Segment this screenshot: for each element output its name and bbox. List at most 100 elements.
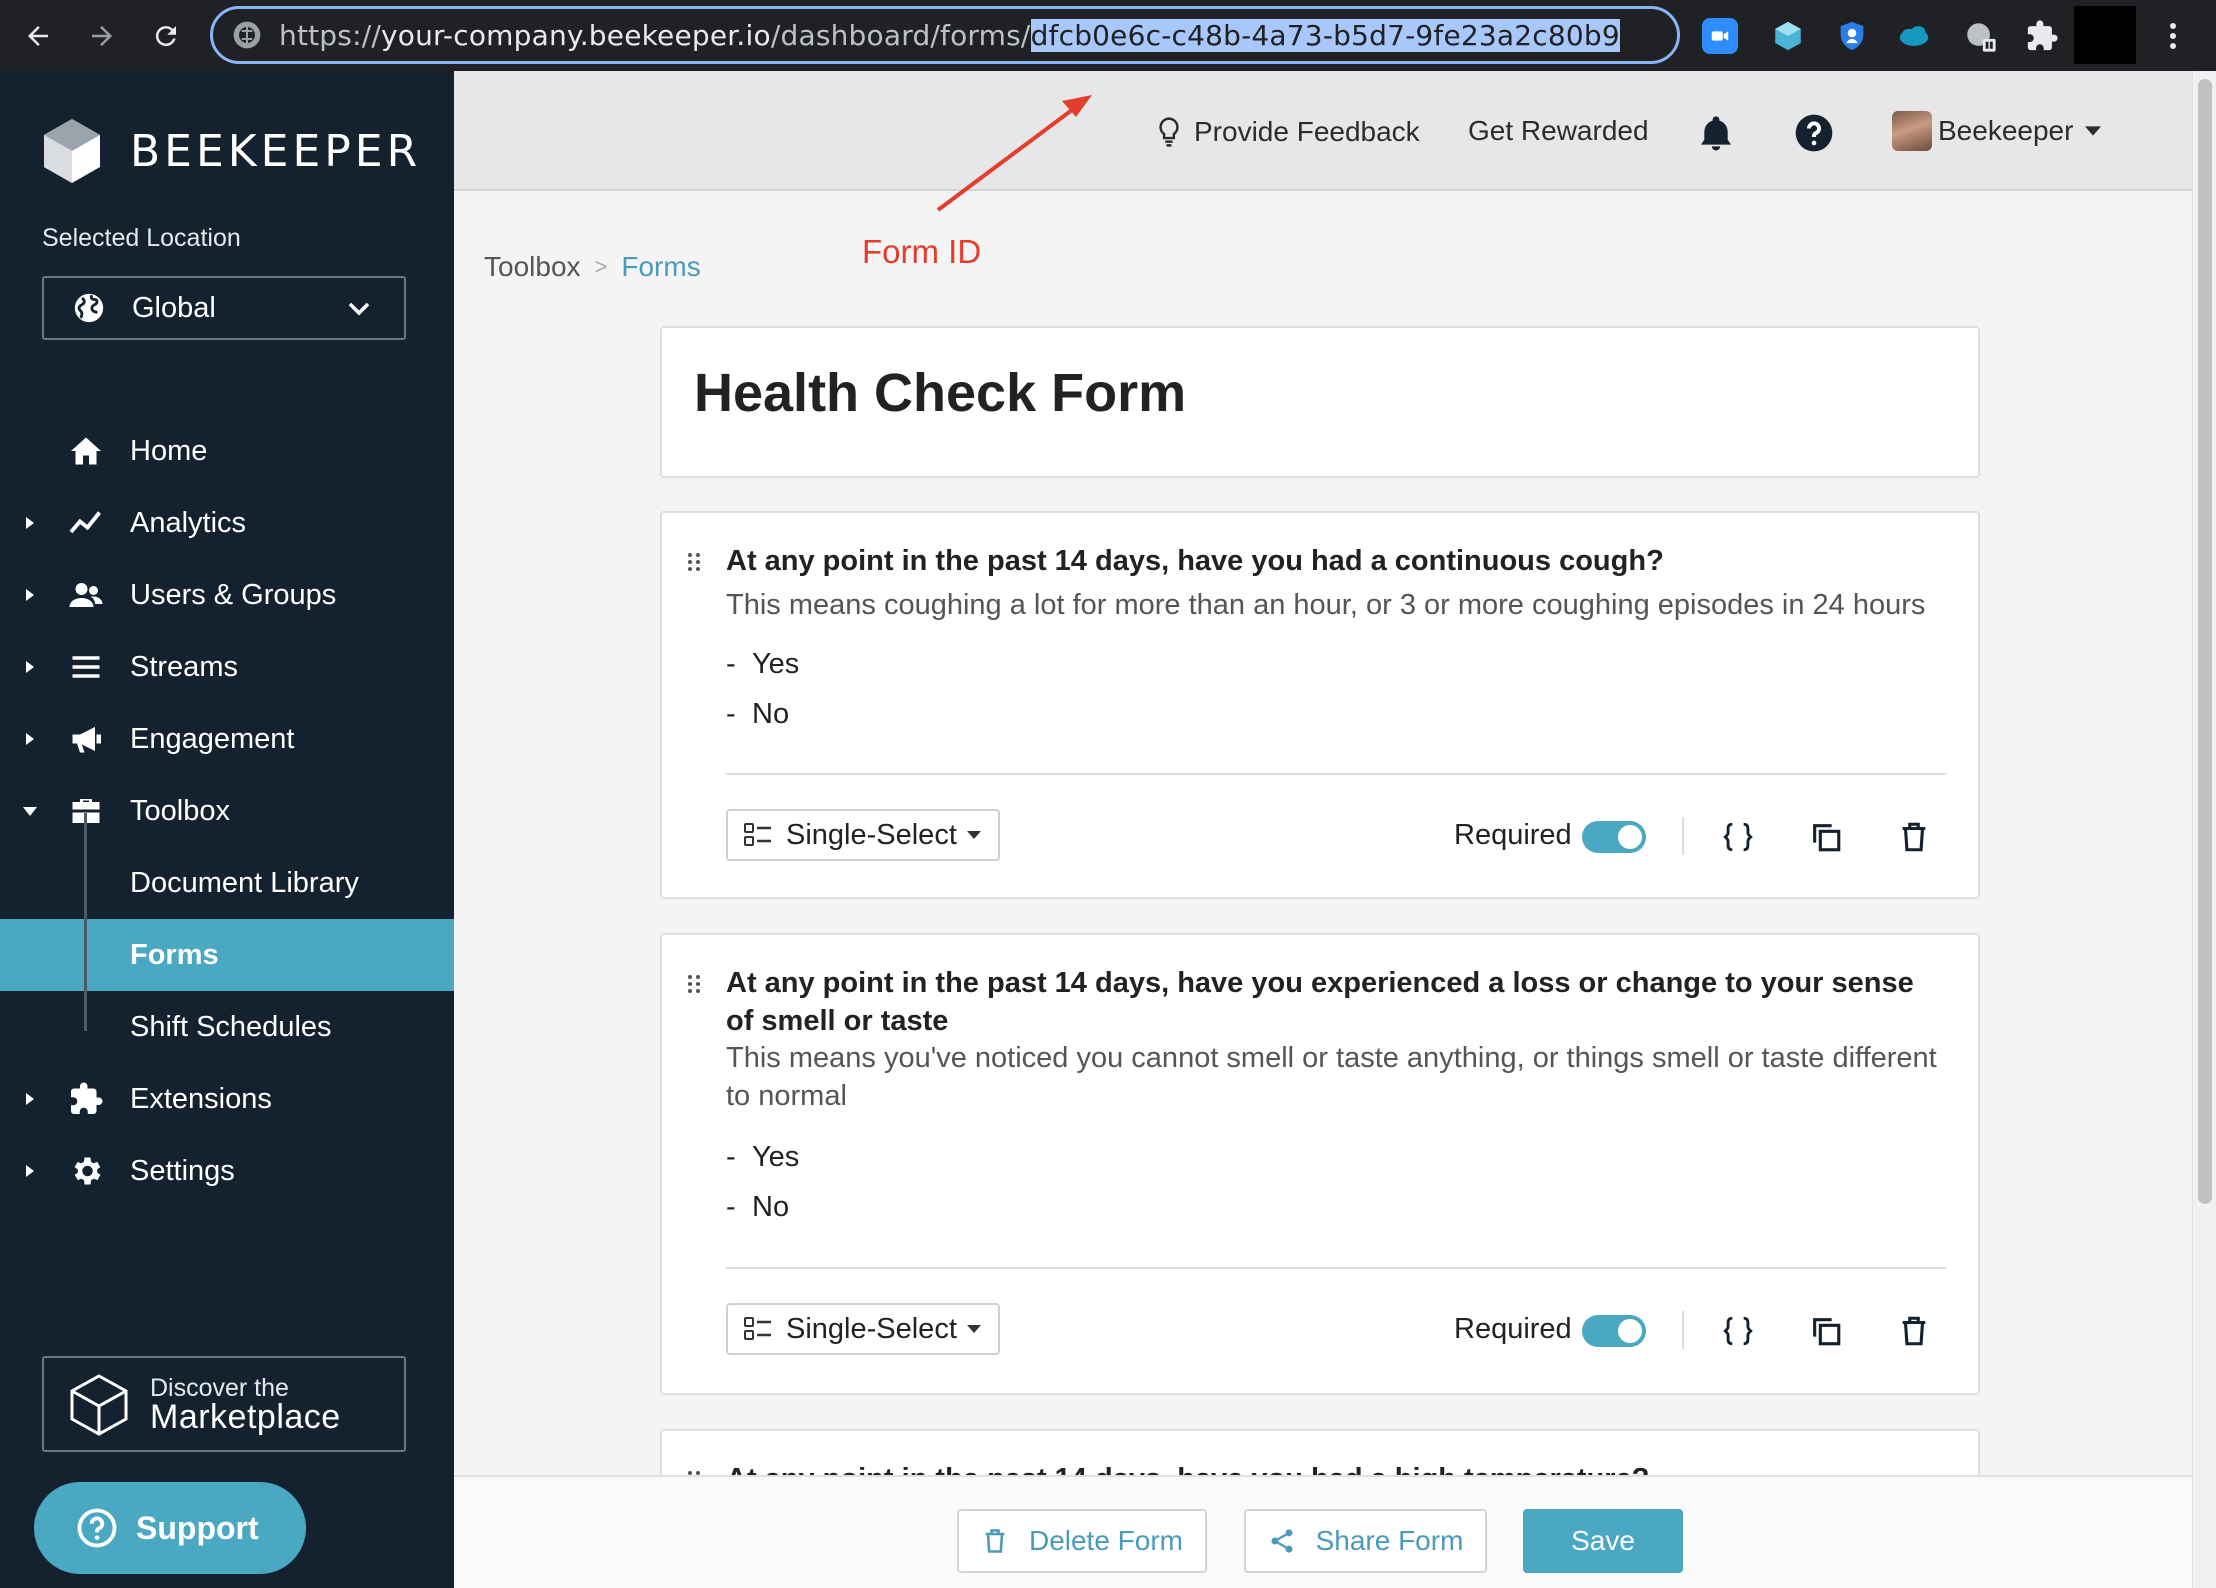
delete-form-label: Delete Form <box>1028 1525 1184 1556</box>
sidebar-item-shift-schedules[interactable]: Shift Schedules <box>0 991 454 1063</box>
sidebar-item-toolbox[interactable]: Toolbox <box>0 775 454 847</box>
sidebar-item-label: Shift Schedules <box>130 1010 332 1043</box>
trash-icon[interactable] <box>1894 1311 1934 1351</box>
sidebar-item-label: Document Library <box>130 866 359 899</box>
share-form-button[interactable]: Share Form <box>1244 1509 1487 1573</box>
puzzle-icon <box>66 1079 106 1119</box>
browser-menu-icon[interactable] <box>2158 14 2188 58</box>
question-description[interactable]: This means coughing a lot for more than … <box>726 586 1938 624</box>
question-title[interactable]: At any point in the past 14 days, have y… <box>726 542 1928 580</box>
help-icon[interactable] <box>1792 111 1836 155</box>
sidebar-item-users-groups[interactable]: Users & Groups <box>0 559 454 631</box>
logic-braces-icon[interactable] <box>1718 1311 1758 1351</box>
app-header: Provide Feedback Get Rewarded Beekeeper <box>454 71 2192 191</box>
option-bullet: - <box>726 698 736 730</box>
sidebar-item-analytics[interactable]: Analytics <box>0 487 454 559</box>
profile-icon[interactable] <box>2074 6 2136 64</box>
duplicate-icon[interactable] <box>1806 1311 1846 1351</box>
option-item[interactable]: - Yes <box>726 1141 799 1174</box>
option-bullet: - <box>726 1141 736 1173</box>
option-item[interactable]: - Yes <box>726 648 799 681</box>
brand-logo[interactable]: BEEKEEPER <box>42 117 421 185</box>
lightbulb-icon <box>1159 117 1179 147</box>
sidebar-item-streams[interactable]: Streams <box>0 631 454 703</box>
support-button[interactable]: Support <box>34 1482 306 1574</box>
extensions-puzzle-icon[interactable] <box>2020 14 2064 58</box>
question-description[interactable]: This means you've noticed you cannot sme… <box>726 1039 1938 1115</box>
duplicate-icon[interactable] <box>1806 817 1846 857</box>
reload-icon[interactable] <box>136 0 196 71</box>
sidebar-item-document-library[interactable]: Document Library <box>0 847 454 919</box>
get-rewarded-link[interactable]: Get Rewarded <box>1468 115 1649 147</box>
forward-icon[interactable] <box>72 0 132 71</box>
option-item[interactable]: - No <box>726 1191 789 1224</box>
brand-name: BEEKEEPER <box>130 125 422 177</box>
option-bullet: - <box>726 648 736 680</box>
question-card[interactable]: At any point in the past 14 days, have y… <box>660 511 1980 899</box>
get-rewarded-label: Get Rewarded <box>1468 115 1649 146</box>
sidebar-item-extensions[interactable]: Extensions <box>0 1063 454 1135</box>
question-title[interactable]: At any point in the past 14 days, have y… <box>726 1460 1928 1475</box>
caret-right-icon <box>26 589 34 601</box>
page-scrollbar[interactable] <box>2192 71 2216 1588</box>
streams-icon <box>66 647 106 687</box>
url-text[interactable]: https://your-company.beekeeper.io/dashbo… <box>279 18 1620 52</box>
sidebar-menu: Home Analytics Users & Groups Streams En… <box>0 415 454 1207</box>
list-select-icon <box>744 1317 771 1340</box>
breadcrumb-toolbox[interactable]: Toolbox <box>484 251 581 283</box>
question-title[interactable]: At any point in the past 14 days, have y… <box>726 964 1928 1040</box>
sidebar-item-forms[interactable]: Forms <box>0 919 454 991</box>
required-toggle[interactable] <box>1582 1315 1646 1347</box>
caret-down-icon <box>23 807 37 816</box>
save-label: Save <box>1571 1525 1635 1556</box>
required-toggle[interactable] <box>1582 821 1646 853</box>
sidebar-item-settings[interactable]: Settings <box>0 1135 454 1207</box>
provide-feedback-link[interactable]: Provide Feedback <box>1154 115 1420 149</box>
bell-icon[interactable] <box>1694 111 1738 155</box>
avatar <box>1892 111 1932 151</box>
site-info-icon[interactable] <box>231 19 263 51</box>
drag-handle-icon[interactable] <box>686 551 702 573</box>
question-card[interactable]: At any point in the past 14 days, have y… <box>660 1429 1980 1475</box>
caret-right-icon <box>26 517 34 529</box>
user-menu[interactable]: Beekeeper <box>1892 111 2111 151</box>
caret-right-icon <box>26 1165 34 1177</box>
location-value: Global <box>132 291 216 324</box>
paused-extension-icon[interactable] <box>1958 14 2002 58</box>
breadcrumb-forms[interactable]: Forms <box>621 251 700 283</box>
form-title[interactable]: Health Check Form <box>694 362 1186 424</box>
drag-handle-icon[interactable] <box>686 973 702 995</box>
option-label: No <box>752 698 790 730</box>
question-divider <box>726 1267 1946 1269</box>
marketplace-button[interactable]: Discover the Marketplace <box>42 1356 406 1452</box>
location-select[interactable]: Global <box>42 276 406 340</box>
question-card[interactable]: At any point in the past 14 days, have y… <box>660 933 1980 1395</box>
question-type-select[interactable]: Single-Select <box>726 809 1000 861</box>
trash-icon[interactable] <box>1894 817 1934 857</box>
megaphone-icon <box>66 719 106 759</box>
share-icon <box>1271 1529 1293 1553</box>
globe-icon <box>74 293 104 323</box>
shield-extension-icon[interactable] <box>1830 14 1874 58</box>
option-bullet: - <box>726 1191 736 1223</box>
question-type-select[interactable]: Single-Select <box>726 1303 1000 1355</box>
delete-form-button[interactable]: Delete Form <box>957 1509 1207 1573</box>
url-form-id: dfcb0e6c-c48b-4a73-b5d7-9fe23a2c80b9 <box>1030 18 1620 52</box>
sidebar-item-label: Streams <box>130 650 238 683</box>
scrollbar-thumb[interactable] <box>2198 79 2212 1204</box>
logic-braces-icon[interactable] <box>1718 817 1758 857</box>
save-button[interactable]: Save <box>1523 1509 1683 1573</box>
zoom-extension-icon[interactable] <box>1702 18 1738 54</box>
caret-right-icon <box>26 661 34 673</box>
salesforce-extension-icon[interactable] <box>1892 14 1936 58</box>
option-item[interactable]: - No <box>726 698 789 731</box>
sidebar-item-home[interactable]: Home <box>0 415 454 487</box>
sidebar-item-label: Settings <box>130 1154 235 1187</box>
back-icon[interactable] <box>8 0 68 71</box>
form-title-card[interactable]: Health Check Form <box>660 326 1980 478</box>
sidebar-item-engagement[interactable]: Engagement <box>0 703 454 775</box>
cube-extension-icon[interactable] <box>1766 14 1810 58</box>
actions-separator <box>1682 817 1684 855</box>
sidebar: BEEKEEPER Selected Location Global Home … <box>0 71 454 1588</box>
address-bar[interactable]: https://your-company.beekeeper.io/dashbo… <box>210 6 1680 64</box>
